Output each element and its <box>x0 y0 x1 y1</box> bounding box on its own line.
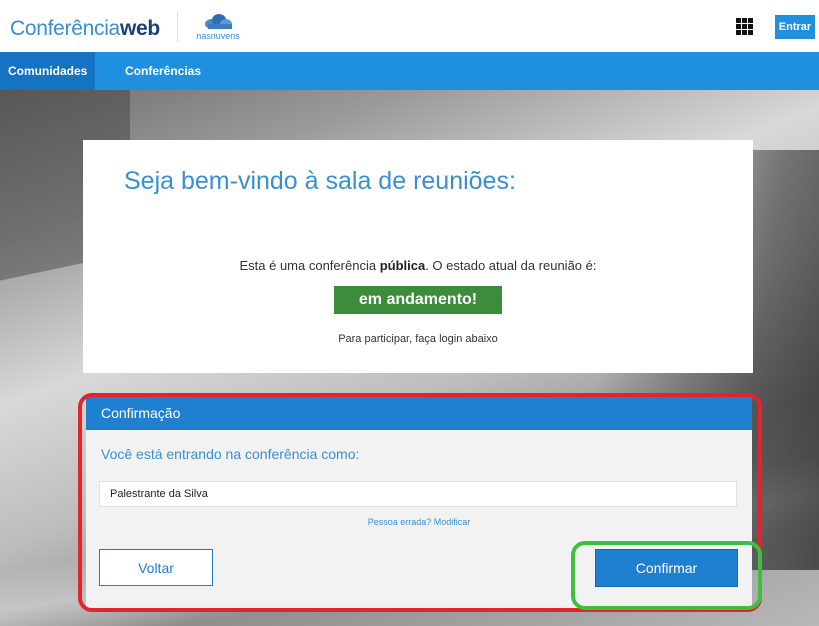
top-header: Conferênciaweb nasnuvens Entrar <box>0 0 819 52</box>
login-hint: Para participar, faça login abaixo <box>338 333 498 345</box>
logo-divider <box>177 12 178 42</box>
confirmation-header: Confirmação <box>86 397 752 430</box>
login-button[interactable]: Entrar <box>775 15 815 39</box>
conferenciaweb-logo[interactable]: Conferênciaweb <box>10 17 160 41</box>
partner-text: nasnuvens <box>196 31 240 41</box>
conference-info: Esta é uma conferência pública. O estado… <box>239 258 597 273</box>
public-label: pública <box>379 258 426 273</box>
confirm-button[interactable]: Confirmar <box>595 549 738 587</box>
apps-grid-icon[interactable] <box>736 18 753 35</box>
main-navbar: Comunidades Conferências <box>0 52 819 90</box>
nav-item-conferencias[interactable]: Conferências <box>117 52 209 90</box>
meeting-status-badge: em andamento! <box>334 286 502 314</box>
welcome-card: Seja bem-vindo à sala de reuniões: Esta … <box>83 140 753 373</box>
change-person-link[interactable]: Pessoa errada? Modificar <box>86 517 752 527</box>
participant-name-field[interactable] <box>99 481 737 507</box>
confirmation-panel: Confirmação Você está entrando na confer… <box>86 397 752 608</box>
confirmation-title: Confirmação <box>101 405 181 421</box>
joining-as-label: Você está entrando na conferência como: <box>101 446 360 462</box>
back-button[interactable]: Voltar <box>99 549 213 586</box>
welcome-title: Seja bem-vindo à sala de reuniões: <box>124 167 516 195</box>
nav-item-comunidades[interactable]: Comunidades <box>0 52 96 90</box>
nasnuvens-logo[interactable]: nasnuvens <box>186 10 250 44</box>
